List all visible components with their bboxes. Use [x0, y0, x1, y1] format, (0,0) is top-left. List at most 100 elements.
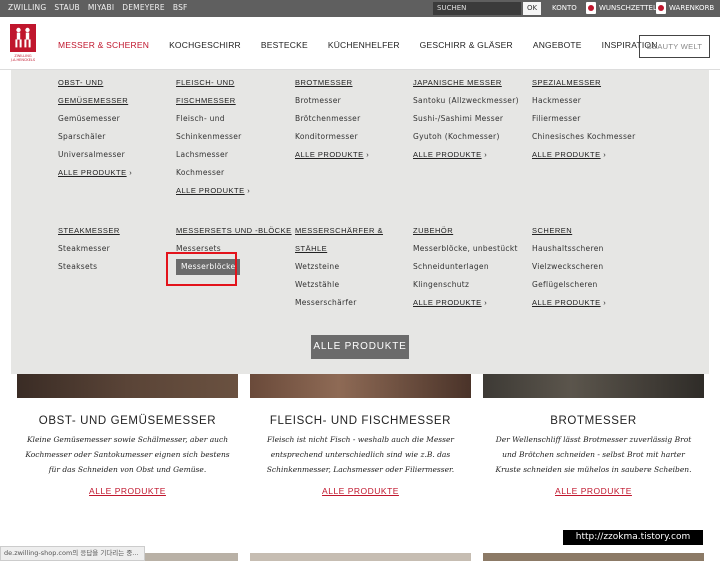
menu-all-products-link[interactable]: ALLE PRODUKTE ›	[532, 146, 635, 164]
menu-item[interactable]: Klingenschutz	[413, 276, 518, 294]
menu-item[interactable]: Vielzweckscheren	[532, 258, 606, 276]
menu-column-heading[interactable]: SCHEREN	[532, 222, 606, 240]
menu-column-heading[interactable]: OBST- UND	[58, 74, 132, 92]
menu-item[interactable]: Universalmesser	[58, 146, 132, 164]
search-input[interactable]: SUCHEN	[433, 2, 521, 15]
menu-item[interactable]: Brötchenmesser	[295, 110, 369, 128]
all-products-text: ALLE PRODUKTE	[413, 150, 482, 159]
menu-item[interactable]: Wetzsteine	[295, 258, 383, 276]
product-all-products-link[interactable]: ALLE PRODUKTE	[477, 486, 710, 496]
description-line: Schinkenmesser, Lachsmesser oder Filierm…	[266, 465, 455, 474]
menu-column-heading[interactable]: FLEISCH- UND	[176, 74, 250, 92]
brand-link-zwilling[interactable]: ZWILLING	[8, 3, 46, 12]
brand-link-staub[interactable]: STAUB	[54, 3, 80, 12]
nav-bestecke[interactable]: BESTECKE	[261, 40, 308, 50]
brand-link-demeyere[interactable]: DEMEYERE	[122, 3, 165, 12]
menu-all-products-link[interactable]: ALLE PRODUKTE ›	[413, 146, 519, 164]
product-title[interactable]: OBST- UND GEMÜSEMESSER	[11, 415, 244, 427]
chevron-right-icon: ›	[603, 298, 607, 307]
menu-item[interactable]: Sushi-/Sashimi Messer	[413, 110, 519, 128]
all-products-text: ALLE PRODUKTE	[532, 298, 601, 307]
description-line: für das Schneiden von Obst und Gemüse.	[48, 465, 207, 474]
zwilling-logo[interactable]: ZWILLING J.A.HENCKELS	[10, 24, 36, 62]
menu-item[interactable]: Messerschärfer	[295, 294, 383, 312]
description-line: Fleisch ist nicht Fisch - weshalb auch d…	[267, 435, 454, 444]
cart-icon	[656, 2, 666, 14]
menu-column-spezialmesser: SPEZIALMESSER Hackmesser Filiermesser Ch…	[532, 74, 635, 164]
menu-item[interactable]: Gyutoh (Kochmesser)	[413, 128, 519, 146]
menu-all-products-link[interactable]: ALLE PRODUKTE ›	[176, 182, 250, 200]
chevron-right-icon: ›	[484, 298, 488, 307]
menu-all-products-link[interactable]: ALLE PRODUKTE ›	[413, 294, 518, 312]
nav-angebote[interactable]: ANGEBOTE	[533, 40, 582, 50]
product-image-obst-gemuese[interactable]	[17, 374, 238, 398]
cart-link[interactable]: WARENKORB	[656, 2, 714, 14]
next-row-image	[483, 553, 704, 561]
description-line: Kochmesser oder Santokumesser eignen sic…	[25, 450, 230, 459]
menu-item[interactable]: Hackmesser	[532, 92, 635, 110]
menu-all-products-link[interactable]: ALLE PRODUKTE ›	[532, 294, 606, 312]
product-description: Fleisch ist nicht Fisch - weshalb auch d…	[244, 432, 477, 477]
menu-column-heading-line2[interactable]: FISCHMESSER	[176, 92, 250, 110]
nav-geschirr-glaeser[interactable]: GESCHIRR & GLÄSER	[420, 40, 513, 50]
all-products-text: ALLE PRODUKTE	[532, 150, 601, 159]
all-products-text: ALLE PRODUKTE	[58, 168, 127, 177]
menu-column-heading-line2[interactable]: STÄHLE	[295, 240, 383, 258]
menu-item[interactable]: Chinesisches Kochmesser	[532, 128, 635, 146]
search-ok-button[interactable]: OK	[523, 2, 541, 15]
product-title[interactable]: FLEISCH- UND FISCHMESSER	[244, 415, 477, 427]
menu-item[interactable]: Schinkenmesser	[176, 128, 250, 146]
product-title[interactable]: BROTMESSER	[477, 415, 710, 427]
wishlist-link[interactable]: WUNSCHZETTEL	[586, 2, 657, 14]
menu-item[interactable]: Santoku (Allzweckmesser)	[413, 92, 519, 110]
menu-item[interactable]: Fleisch- und	[176, 110, 250, 128]
product-all-products-link[interactable]: ALLE PRODUKTE	[244, 486, 477, 496]
menu-item[interactable]: Lachsmesser	[176, 146, 250, 164]
account-link[interactable]: KONTO	[552, 4, 577, 12]
product-image-brotmesser[interactable]	[483, 374, 704, 398]
menu-item[interactable]: Steakmesser	[58, 240, 120, 258]
menu-item[interactable]: Steaksets	[58, 258, 120, 276]
wishlist-icon	[586, 2, 596, 14]
brand-link-miyabi[interactable]: MIYABI	[88, 3, 114, 12]
product-all-products-link[interactable]: ALLE PRODUKTE	[11, 486, 244, 496]
menu-item[interactable]: Gemüsemesser	[58, 110, 132, 128]
all-products-button[interactable]: ALLE PRODUKTE	[311, 335, 409, 359]
brand-links: ZWILLING STAUB MIYABI DEMEYERE BSF	[8, 3, 188, 12]
menu-column-heading[interactable]: MESSERSETS UND -BLÖCKE	[176, 222, 292, 240]
menu-column-zubehoer: ZUBEHÖR Messerblöcke, unbestückt Schneid…	[413, 222, 518, 312]
brand-link-bsf[interactable]: BSF	[173, 3, 188, 12]
menu-column-messerschaerfer: MESSERSCHÄRFER & STÄHLE Wetzsteine Wetzs…	[295, 222, 383, 312]
highlight-annotation-box	[166, 252, 237, 286]
menu-item[interactable]: Kochmesser	[176, 164, 250, 182]
chevron-right-icon: ›	[484, 150, 488, 159]
menu-item[interactable]: Konditormesser	[295, 128, 369, 146]
menu-all-products-link[interactable]: ALLE PRODUKTE ›	[295, 146, 369, 164]
menu-item[interactable]: Wetzstähle	[295, 276, 383, 294]
menu-column-heading[interactable]: MESSERSCHÄRFER &	[295, 222, 383, 240]
product-image-fleisch-fisch[interactable]	[250, 374, 471, 398]
menu-all-products-link[interactable]: ALLE PRODUKTE ›	[58, 164, 132, 182]
menu-column-heading[interactable]: STEAKMESSER	[58, 222, 120, 240]
menu-item[interactable]: Filiermesser	[532, 110, 635, 128]
menu-column-heading[interactable]: SPEZIALMESSER	[532, 74, 635, 92]
twin-figures-icon	[10, 24, 36, 52]
menu-item[interactable]: Haushaltsscheren	[532, 240, 606, 258]
menu-item[interactable]: Messerblöcke, unbestückt	[413, 240, 518, 258]
menu-item[interactable]: Sparschäler	[58, 128, 132, 146]
menu-column-brotmesser: BROTMESSER Brotmesser Brötchenmesser Kon…	[295, 74, 369, 164]
menu-column-heading[interactable]: JAPANISCHE MESSER	[413, 74, 519, 92]
menu-column-heading-line2[interactable]: GEMÜSEMESSER	[58, 92, 132, 110]
nav-kuechenhelfer[interactable]: KÜCHENHELFER	[328, 40, 400, 50]
menu-column-heading[interactable]: BROTMESSER	[295, 74, 369, 92]
menu-column-heading[interactable]: ZUBEHÖR	[413, 222, 518, 240]
chevron-right-icon: ›	[603, 150, 607, 159]
nav-messer-scheren[interactable]: MESSER & SCHEREN	[58, 40, 149, 50]
menu-item[interactable]: Brotmesser	[295, 92, 369, 110]
nav-kochgeschirr[interactable]: KOCHGESCHIRR	[169, 40, 241, 50]
menu-item[interactable]: Schneidunterlagen	[413, 258, 518, 276]
menu-item[interactable]: Geflügelscheren	[532, 276, 606, 294]
browser-status-bar: de.zwilling-shop.com의 응답을 기다리는 중...	[0, 546, 145, 561]
chevron-right-icon: ›	[366, 150, 370, 159]
beauty-welt-button[interactable]: BEAUTY WELT	[639, 35, 710, 58]
